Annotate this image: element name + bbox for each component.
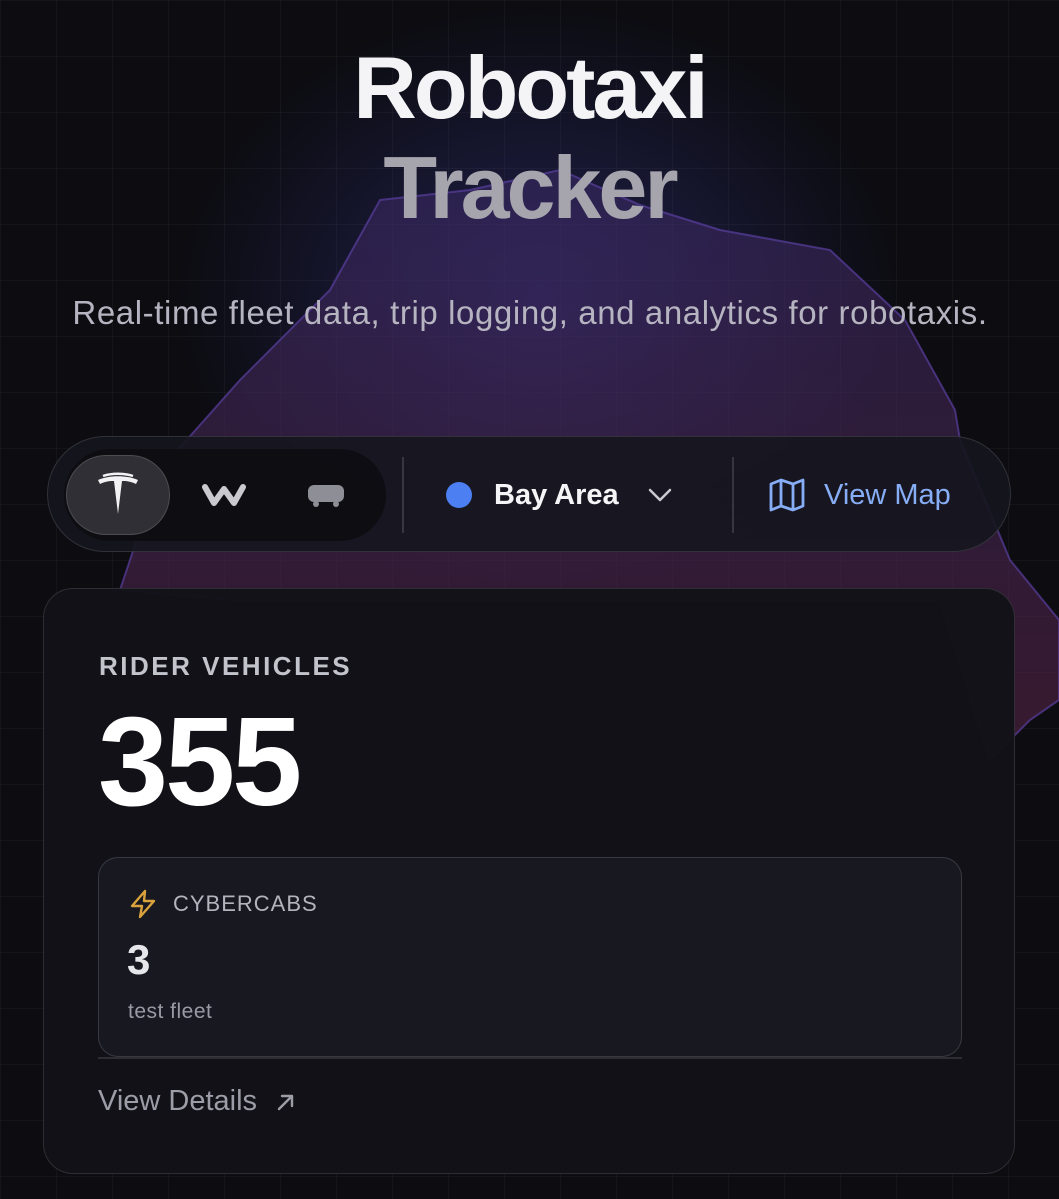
view-map-button[interactable]: View Map bbox=[768, 457, 998, 533]
provider-tesla-button[interactable] bbox=[66, 455, 170, 535]
cybercabs-header: CYBERCABS bbox=[127, 888, 318, 920]
provider-switcher bbox=[64, 449, 386, 541]
lightning-bolt-icon bbox=[130, 889, 156, 919]
map-icon bbox=[769, 478, 805, 512]
control-divider bbox=[732, 457, 734, 533]
tesla-logo-icon bbox=[98, 472, 138, 514]
arrow-up-right-icon bbox=[277, 1094, 294, 1110]
card-divider bbox=[98, 1057, 962, 1059]
stat-value: 355 bbox=[98, 691, 302, 832]
provider-zoox-button[interactable] bbox=[274, 455, 378, 535]
cybercabs-value: 3 bbox=[127, 936, 151, 983]
cybercabs-note: test fleet bbox=[128, 1000, 213, 1023]
stat-label: RIDER VEHICLES bbox=[99, 651, 353, 681]
rider-vehicles-card: RIDER VEHICLES 355 CYBERCABS 3 test flee… bbox=[43, 588, 1015, 1174]
region-label: Bay Area bbox=[494, 478, 619, 511]
control-divider bbox=[402, 457, 404, 533]
page-subtitle: Real-time fleet data, trip logging, and … bbox=[72, 294, 988, 331]
cybercabs-card: CYBERCABS 3 test fleet bbox=[98, 857, 962, 1057]
waymo-logo-icon bbox=[202, 484, 246, 506]
zoox-vehicle-icon bbox=[308, 485, 344, 507]
page-title: Robotaxi bbox=[353, 38, 708, 137]
chevron-down-icon bbox=[648, 488, 671, 502]
view-details-label: View Details bbox=[98, 1085, 258, 1117]
control-bar: Bay Area View Map bbox=[47, 436, 1011, 552]
cybercabs-label: CYBERCABS bbox=[173, 891, 318, 916]
view-map-label: View Map bbox=[824, 478, 951, 511]
provider-waymo-button[interactable] bbox=[172, 455, 276, 535]
region-select[interactable]: Bay Area bbox=[428, 457, 718, 533]
page-title-secondary: Tracker bbox=[383, 138, 678, 237]
region-status-dot bbox=[446, 482, 472, 508]
view-details-link[interactable]: View Details bbox=[98, 1085, 297, 1118]
